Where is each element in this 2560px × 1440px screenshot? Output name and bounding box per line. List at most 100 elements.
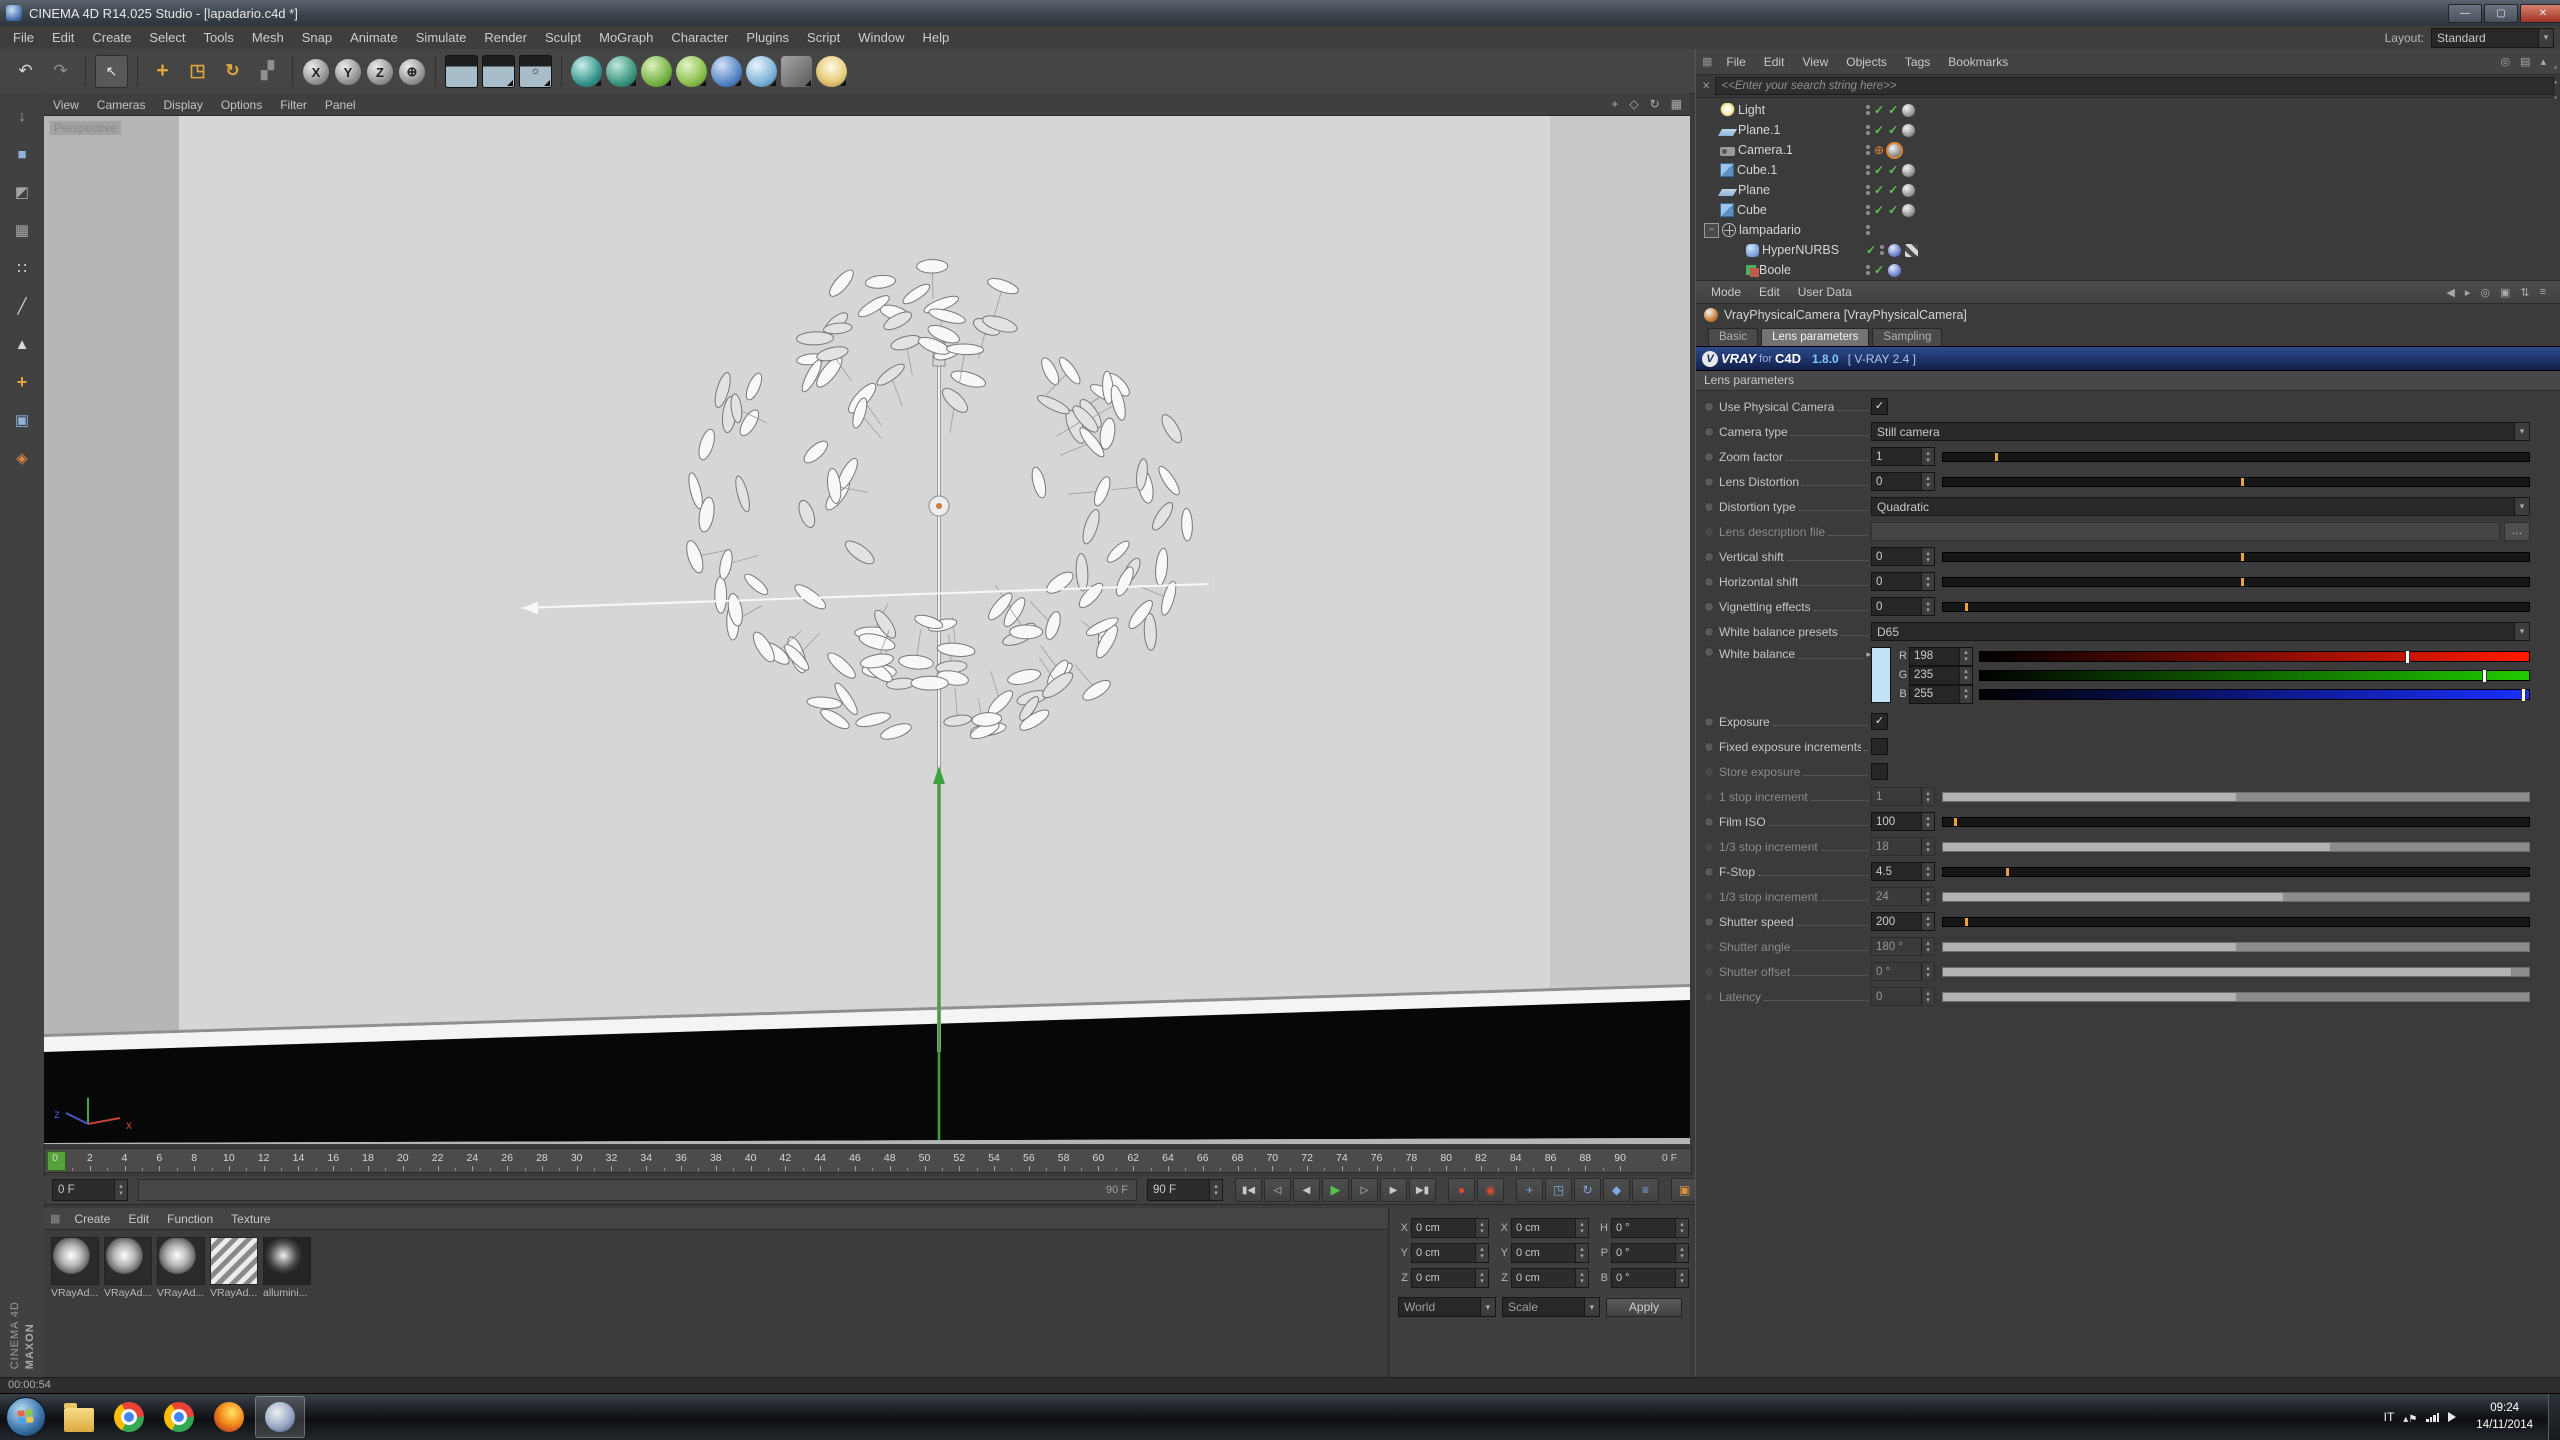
object-menu-tags[interactable]: Tags — [1896, 55, 1939, 69]
network-icon[interactable] — [2426, 1413, 2439, 1422]
menu-sculpt[interactable]: Sculpt — [536, 30, 590, 45]
spinner[interactable] — [1475, 1244, 1488, 1262]
keyframe-dot[interactable] — [1704, 452, 1714, 462]
previous-frame-button[interactable]: ◀ — [1293, 1178, 1320, 1202]
chrome-2-icon[interactable] — [155, 1397, 203, 1437]
visibility-dots[interactable] — [1866, 265, 1870, 275]
horizontal-shift-slider[interactable] — [1942, 577, 2530, 587]
next-frame-button[interactable]: ▷ — [1351, 1178, 1378, 1202]
enable-check-icon[interactable]: ✓ — [1888, 103, 1898, 117]
material-thumbnail[interactable] — [104, 1237, 152, 1285]
white-balance-swatch[interactable] — [1871, 647, 1891, 703]
keyframe-selection-toggle[interactable]: ▣ — [1671, 1178, 1698, 1202]
attribute-menu-edit[interactable]: Edit — [1750, 285, 1789, 299]
white-balance-r-slider[interactable] — [1979, 651, 2530, 662]
scale-icon[interactable]: ◳ — [182, 56, 213, 87]
panel-grid-icon[interactable]: ▦ — [50, 1212, 60, 1225]
lock-z-axis-icon[interactable]: Z — [367, 59, 393, 85]
distortion-type-dropdown[interactable]: Quadratic — [1871, 497, 2530, 516]
menu-render[interactable]: Render — [475, 30, 536, 45]
white-balance-g-slider[interactable] — [1979, 670, 2530, 681]
enable-check-icon[interactable]: ✓ — [1866, 243, 1876, 257]
current-frame-field[interactable]: 0 F — [52, 1179, 128, 1201]
lock-x-axis-icon[interactable]: X — [303, 59, 329, 85]
texture-tag-icon[interactable] — [1902, 124, 1915, 137]
lock-y-axis-icon[interactable]: Y — [335, 59, 361, 85]
bookmark-icon[interactable]: ▴ — [2540, 55, 2546, 68]
camera-active-icon[interactable]: ⊕ — [1874, 143, 1884, 157]
menu-character[interactable]: Character — [662, 30, 737, 45]
show-desktop-button[interactable] — [2548, 1394, 2560, 1440]
keyframe-dot[interactable] — [1704, 527, 1714, 537]
timeline-ruler[interactable]: 0246810121416182022242628303234363840424… — [44, 1148, 1692, 1173]
environment-icon[interactable] — [746, 56, 777, 87]
keyframe-dot[interactable] — [1704, 717, 1714, 727]
object-row-cube-1[interactable]: Cube.1✓✓ — [1696, 160, 2560, 180]
menu-window[interactable]: Window — [849, 30, 913, 45]
start-button[interactable] — [6, 1397, 46, 1437]
primitives-icon[interactable] — [606, 56, 637, 87]
keyframe-dot[interactable] — [1704, 577, 1714, 587]
back-icon[interactable]: ◀ — [2446, 286, 2454, 299]
keyframe-dot[interactable] — [1704, 502, 1714, 512]
snap-settings-icon[interactable]: ◈ — [7, 443, 37, 473]
points-mode-icon[interactable]: ∷ — [7, 253, 37, 283]
film-iso-slider[interactable] — [1942, 817, 2530, 827]
white-balance-presets-dropdown[interactable]: D65 — [1871, 622, 2530, 641]
shutter-speed-field[interactable]: 200 — [1871, 912, 1935, 931]
render-picture-viewer-icon[interactable] — [482, 55, 515, 88]
shutter-offset-field[interactable]: 0 ° — [1871, 962, 1935, 981]
texture-tag-icon[interactable] — [1902, 104, 1915, 117]
apply-button[interactable]: Apply — [1606, 1298, 1682, 1317]
viewport-menu-cameras[interactable]: Cameras — [88, 98, 155, 112]
object-row-plane-1[interactable]: Plane.1✓✓ — [1696, 120, 2560, 140]
enable-check-icon[interactable]: ✓ — [1874, 263, 1884, 277]
spinner[interactable] — [1575, 1219, 1588, 1237]
axis-mode-icon[interactable]: + — [7, 367, 37, 397]
viewport-canvas[interactable]: zx — [44, 116, 1690, 1144]
search-icon[interactable]: ◎ — [2480, 286, 2490, 299]
keyframe-dot[interactable] — [1704, 647, 1714, 657]
undo-icon[interactable]: ↶ — [10, 56, 41, 87]
texture-tag-icon[interactable] — [1902, 164, 1915, 177]
object-row-plane[interactable]: Plane✓✓ — [1696, 180, 2560, 200]
spinner[interactable] — [1921, 913, 1934, 930]
spinner[interactable] — [1921, 813, 1934, 830]
lens-description-file-field[interactable] — [1871, 522, 2500, 541]
filter-icon[interactable]: ▤ — [2520, 55, 2530, 68]
object-row-boole[interactable]: Boole✓ — [1696, 260, 2560, 280]
file-browse-button[interactable]: … — [2504, 522, 2530, 541]
menu-simulate[interactable]: Simulate — [407, 30, 476, 45]
splines-icon[interactable] — [641, 56, 672, 87]
spinner[interactable] — [1959, 686, 1972, 703]
visibility-dots[interactable] — [1866, 105, 1870, 115]
texture-tag-icon[interactable] — [1888, 144, 1901, 157]
volume-icon[interactable] — [2448, 1412, 2461, 1422]
render-settings-icon[interactable]: ☼ — [519, 55, 552, 88]
spinner[interactable] — [1921, 838, 1934, 855]
1-stop-increment-field[interactable]: 1 — [1871, 787, 1935, 806]
keyframe-dot[interactable] — [1704, 867, 1714, 877]
zoom-view-icon[interactable]: ◇ — [1629, 97, 1638, 111]
visibility-dots[interactable] — [1880, 245, 1884, 255]
dock-tab-icon-2[interactable]: ▪ — [2554, 78, 2557, 87]
go-to-end-button[interactable]: ▶▮ — [1409, 1178, 1436, 1202]
close-button[interactable]: ✕ — [2520, 4, 2560, 23]
menu-mesh[interactable]: Mesh — [243, 30, 293, 45]
object-menu-view[interactable]: View — [1793, 55, 1837, 69]
coordinate-field-1-z[interactable]: 0 cm — [1511, 1268, 1589, 1288]
enable-check-icon[interactable]: ✓ — [1888, 163, 1898, 177]
keyframe-dot[interactable] — [1704, 892, 1714, 902]
coordinate-field-1-y[interactable]: 0 cm — [1511, 1243, 1589, 1263]
keyframe-dot[interactable] — [1704, 767, 1714, 777]
menu-animate[interactable]: Animate — [341, 30, 407, 45]
record-rotation-toggle[interactable]: ↻ — [1574, 1178, 1601, 1202]
material-3-vrayad[interactable]: VRayAd... — [210, 1237, 258, 1299]
texture-mode-icon[interactable]: ◩ — [7, 177, 37, 207]
latency-slider[interactable] — [1942, 992, 2530, 1002]
recent-tools-icon[interactable]: ▞ — [252, 56, 283, 87]
material-menu-texture[interactable]: Texture — [222, 1212, 279, 1226]
enable-check-icon[interactable]: ✓ — [1874, 203, 1884, 217]
viewport-menu-panel[interactable]: Panel — [316, 98, 365, 112]
white-balance-b-slider[interactable] — [1979, 689, 2530, 700]
